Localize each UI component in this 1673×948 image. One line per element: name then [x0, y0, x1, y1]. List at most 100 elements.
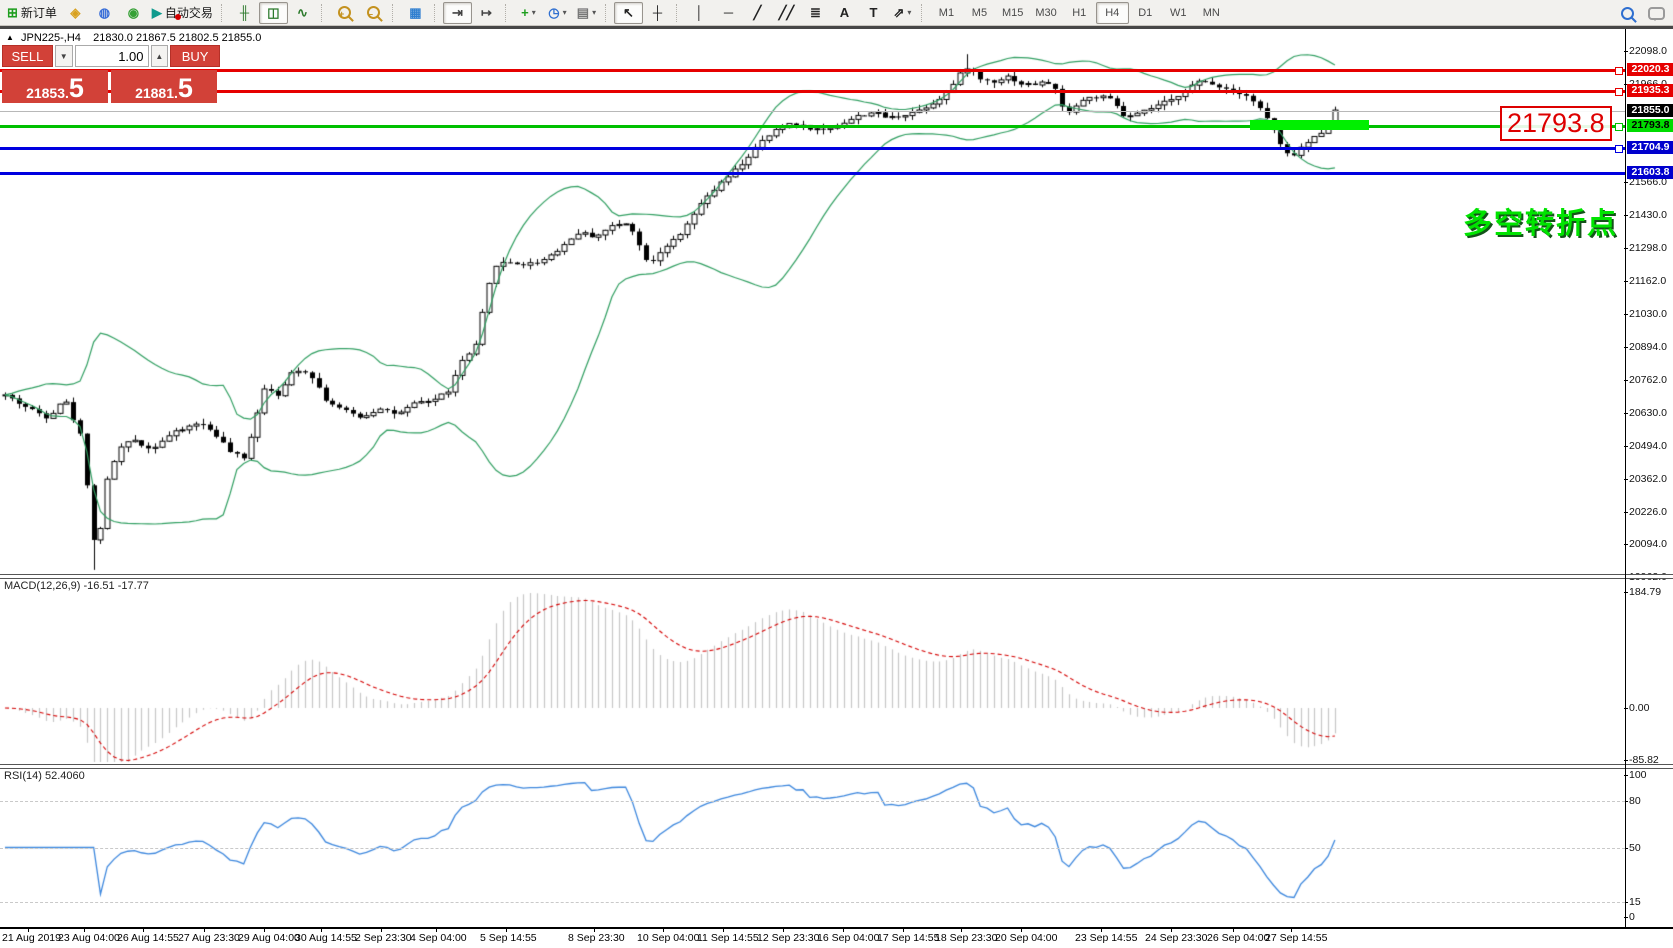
- market-watch-button[interactable]: ◍: [90, 2, 119, 24]
- zoom-in-button[interactable]: +: [330, 2, 359, 24]
- horizontal-level-line-22020.3[interactable]: [0, 69, 1625, 72]
- time-axis-label: 12 Sep 23:30: [757, 932, 819, 944]
- toolbar-separator: [434, 4, 439, 22]
- rsi-indicator-label: RSI(14) 52.4060: [4, 770, 85, 782]
- text-button[interactable]: A: [830, 2, 859, 24]
- line-anchor-marker[interactable]: [1615, 123, 1623, 131]
- macd-indicator-label: MACD(12,26,9) -16.51 -17.77: [4, 580, 149, 592]
- line-chart-icon: ∿: [297, 3, 308, 23]
- horizontal-line-icon: ─: [724, 3, 733, 23]
- fibonacci-button[interactable]: ≣: [801, 2, 830, 24]
- new-order-label: 新订单: [21, 3, 57, 23]
- chinese-annotation[interactable]: 多空转折点: [1380, 200, 1618, 242]
- price-tag-annotation[interactable]: 21793.8: [1500, 106, 1612, 141]
- vertical-line-button[interactable]: │: [685, 2, 714, 24]
- search-icon[interactable]: [1621, 7, 1634, 20]
- arrows-button[interactable]: ⇗▾: [888, 2, 917, 24]
- line-anchor-marker[interactable]: [1615, 88, 1623, 96]
- rsi-level-line: [0, 902, 1625, 903]
- dropdown-arrow-icon[interactable]: ▾: [563, 3, 567, 23]
- dropdown-arrow-icon[interactable]: ▾: [592, 3, 596, 23]
- horizontal-level-line-21704.9[interactable]: [0, 147, 1625, 150]
- macd-panel-canvas[interactable]: [0, 577, 1625, 764]
- eraser-button[interactable]: ◈: [61, 2, 90, 24]
- horizontal-level-line-21935.3[interactable]: [0, 90, 1625, 93]
- rsi-axis-label: 0: [1629, 911, 1635, 923]
- volume-decrease-button[interactable]: ▼: [55, 45, 73, 67]
- volume-input[interactable]: [75, 45, 149, 67]
- dropdown-arrow-icon[interactable]: ▾: [907, 3, 911, 23]
- autotrading-status-dot: [175, 14, 181, 20]
- trendline-icon: ╱: [754, 3, 762, 23]
- tf-m30-button[interactable]: M30: [1029, 2, 1062, 24]
- tf-h1-button[interactable]: H1: [1063, 2, 1096, 24]
- sell-price-display[interactable]: 21853.5: [2, 70, 108, 103]
- buy-price-frac: 5: [178, 76, 193, 101]
- buy-price-main: 21881: [135, 86, 174, 101]
- volume-increase-button[interactable]: ▲: [151, 45, 169, 67]
- buy-button[interactable]: BUY: [170, 45, 220, 67]
- tf-d1-button[interactable]: D1: [1129, 2, 1162, 24]
- rsi-level-line: [0, 848, 1625, 849]
- time-axis-label: 26 Aug 14:55: [117, 932, 179, 944]
- line-anchor-marker[interactable]: [1615, 67, 1623, 75]
- new-order-button[interactable]: ⊞新订单: [3, 2, 61, 24]
- macd-panel-splitter[interactable]: [0, 574, 1673, 579]
- indicators-button[interactable]: +▾: [514, 2, 543, 24]
- green-highlight-object[interactable]: [1250, 120, 1369, 130]
- bar-chart-button[interactable]: ╫: [230, 2, 259, 24]
- price-tick-label: 20894.0: [1629, 341, 1667, 353]
- time-axis-label: 20 Sep 04:00: [995, 932, 1057, 944]
- channel-button[interactable]: ╱╱: [772, 2, 801, 24]
- auto-scroll-button[interactable]: ⇥: [443, 2, 472, 24]
- buy-price-display[interactable]: 21881.5: [111, 70, 217, 103]
- price-tick-label: 20494.0: [1629, 440, 1667, 452]
- indicators-icon: +: [521, 3, 529, 23]
- toolbar-right: [1621, 0, 1665, 26]
- main-chart-canvas[interactable]: [0, 26, 1625, 574]
- trendline-button[interactable]: ╱: [743, 2, 772, 24]
- time-axis-label: 29 Aug 04:00: [238, 932, 300, 944]
- time-axis-label: 5 Sep 14:55: [480, 932, 537, 944]
- time-axis-label: 10 Sep 04:00: [637, 932, 699, 944]
- horizontal-line-button[interactable]: ─: [714, 2, 743, 24]
- candlestick-chart-button[interactable]: ◫: [259, 2, 288, 24]
- time-axis-label: 2 Sep 23:30: [355, 932, 412, 944]
- cursor-button[interactable]: ↖: [614, 2, 643, 24]
- templates-button[interactable]: ▤▾: [572, 2, 601, 24]
- tf-m1-button[interactable]: M1: [930, 2, 963, 24]
- price-tick-label: 21162.0: [1629, 275, 1666, 287]
- rsi-panel-splitter[interactable]: [0, 764, 1673, 769]
- sell-button[interactable]: SELL: [2, 45, 53, 67]
- signals-button[interactable]: ◉: [119, 2, 148, 24]
- chart-shift-icon: ↦: [481, 3, 492, 23]
- price-axis-badge-21704.9: 21704.9: [1627, 141, 1673, 154]
- tile-windows-button[interactable]: ▦: [401, 2, 430, 24]
- price-axis-line: [1625, 29, 1626, 928]
- text-label-icon: T: [869, 3, 877, 23]
- tf-mn-button[interactable]: MN: [1195, 2, 1228, 24]
- horizontal-level-line-21793.8[interactable]: [0, 125, 1625, 128]
- new-order-icon: ⊞: [7, 3, 18, 23]
- time-axis-label: 21 Aug 2019: [2, 932, 61, 944]
- zoom-out-button[interactable]: –: [359, 2, 388, 24]
- tf-h4-button[interactable]: H4: [1096, 2, 1129, 24]
- chat-icon[interactable]: [1648, 7, 1665, 20]
- tf-m15-button[interactable]: M15: [996, 2, 1029, 24]
- periods-button[interactable]: ◷▾: [543, 2, 572, 24]
- tf-m5-button[interactable]: M5: [963, 2, 996, 24]
- rsi-level-line: [0, 801, 1625, 802]
- line-anchor-marker[interactable]: [1615, 145, 1623, 153]
- autotrading-button[interactable]: ▶自动交易: [148, 2, 217, 24]
- dropdown-arrow-icon[interactable]: ▾: [532, 3, 536, 23]
- price-tick-label: 20630.0: [1629, 407, 1667, 419]
- crosshair-button[interactable]: ┼: [643, 2, 672, 24]
- horizontal-level-line-21603.8[interactable]: [0, 172, 1625, 175]
- current-price-line: [0, 111, 1625, 112]
- tf-w1-button[interactable]: W1: [1162, 2, 1195, 24]
- time-axis-label: 11 Sep 14:55: [697, 932, 759, 944]
- line-chart-button[interactable]: ∿: [288, 2, 317, 24]
- chart-shift-button[interactable]: ↦: [472, 2, 501, 24]
- toolbar-separator: [676, 4, 681, 22]
- text-label-button[interactable]: T: [859, 2, 888, 24]
